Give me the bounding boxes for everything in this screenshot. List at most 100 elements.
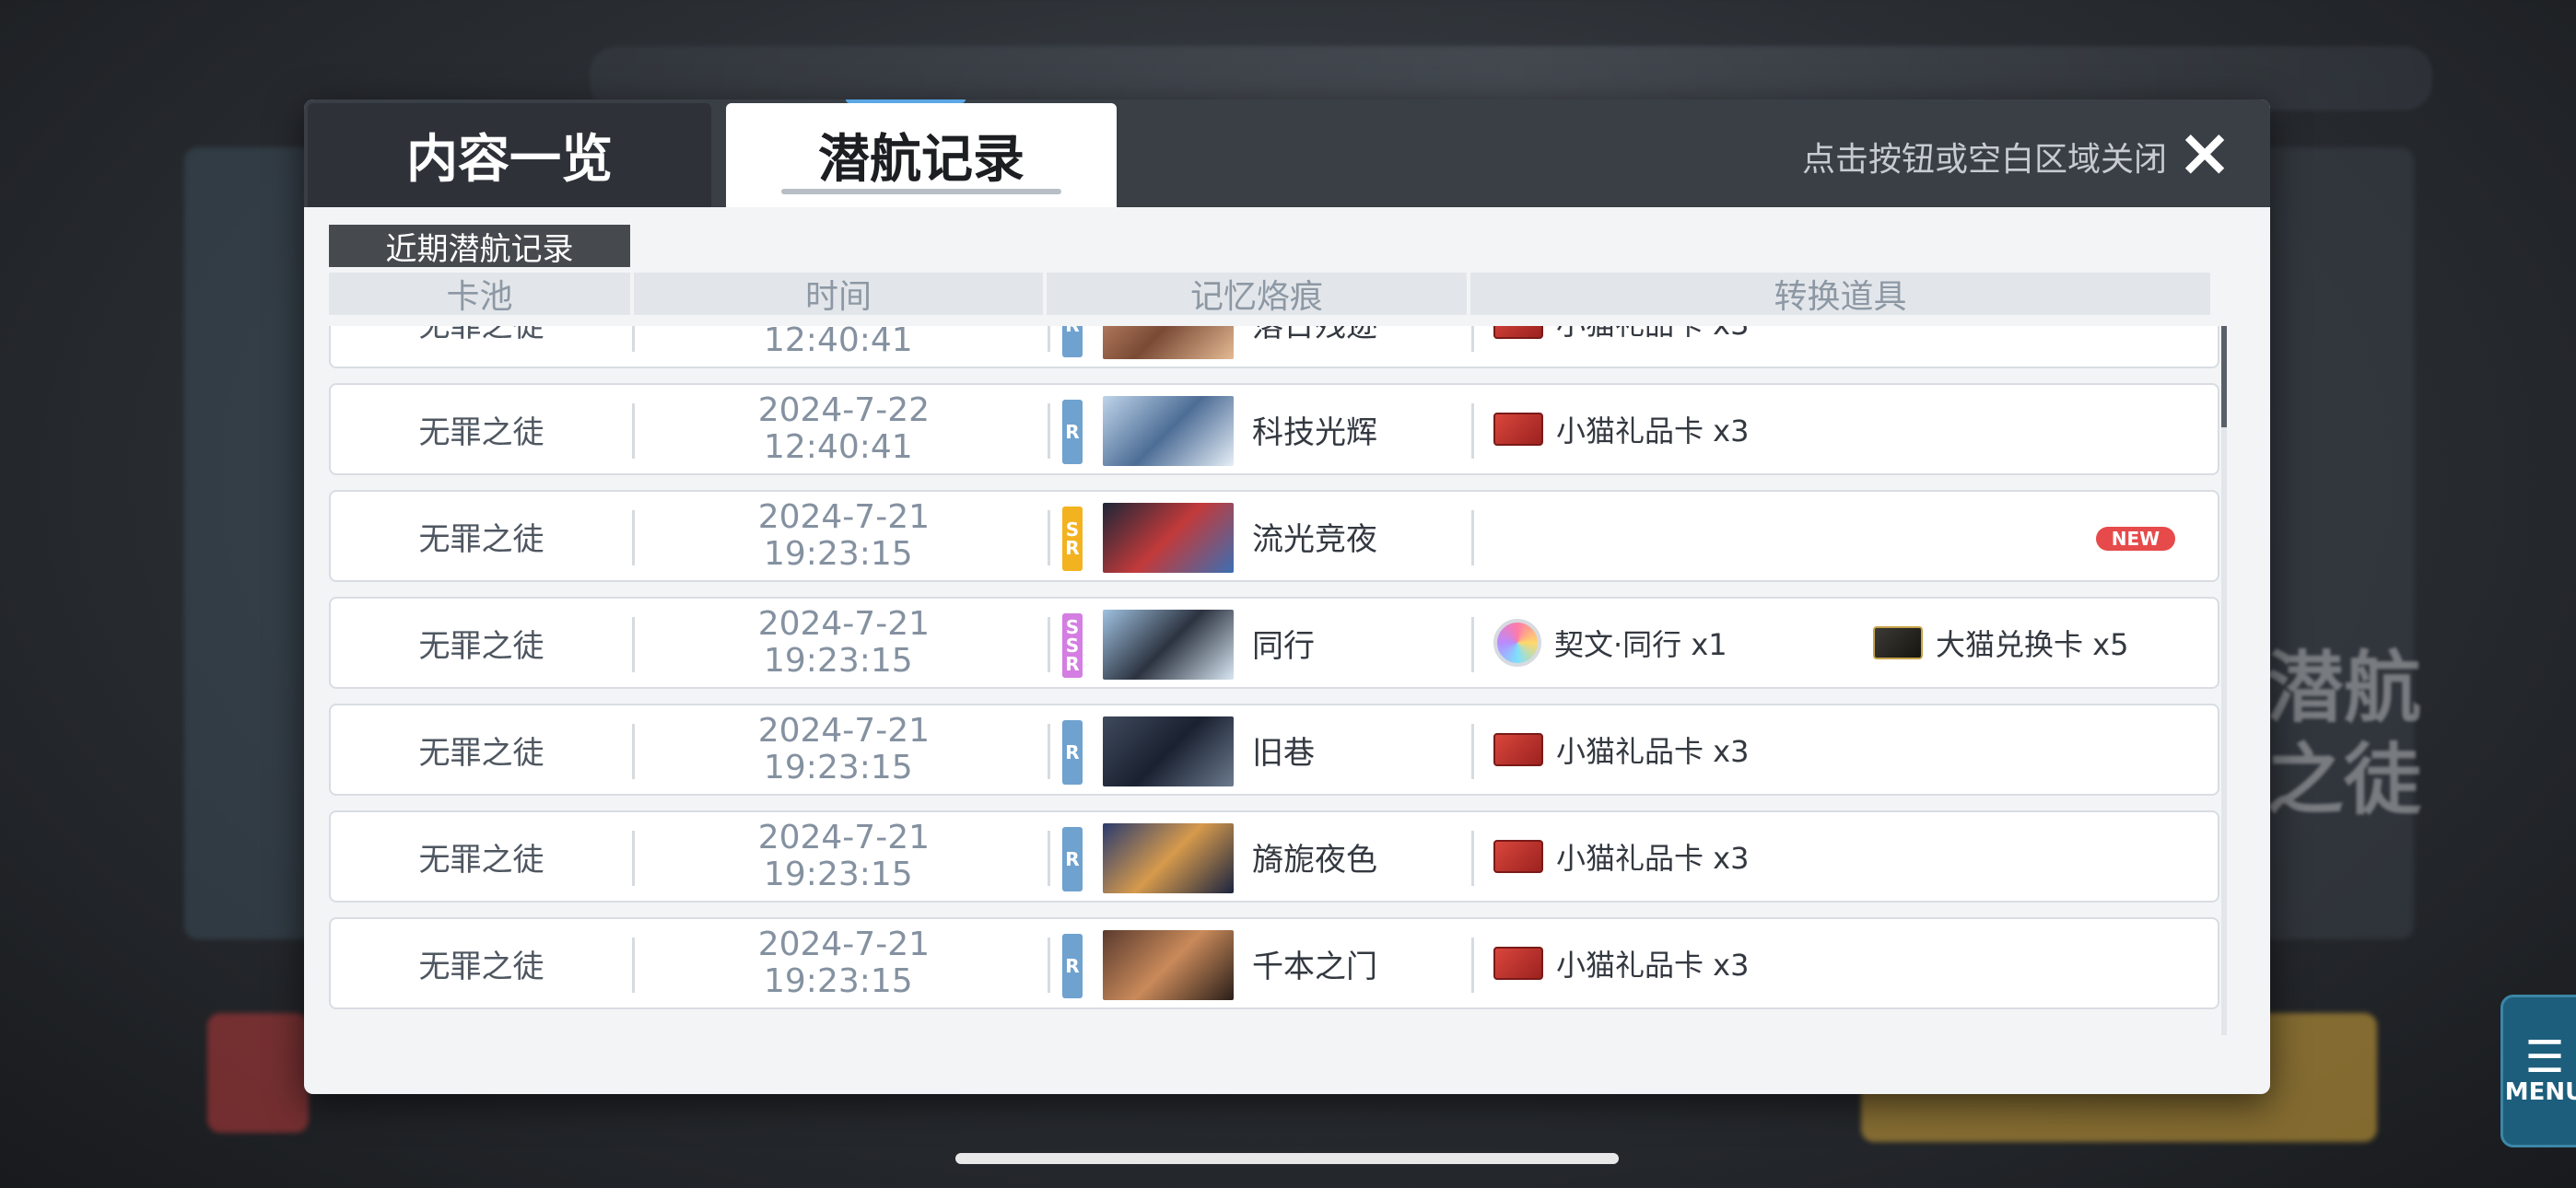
column-header-time: 时间 — [634, 273, 1043, 316]
close-hint: 点击按钮或空白区域关闭 — [1801, 141, 2167, 179]
pool-name: 无罪之徒 — [418, 841, 544, 879]
record-row: 无罪之徒 2024-7-21 19:23:15 R 千本之门 小猫礼品卡 x3 — [329, 917, 2219, 1009]
column-divider — [632, 510, 635, 565]
rarity-letter: R — [1065, 421, 1080, 443]
pool-name: 无罪之徒 — [331, 326, 632, 367]
rarity-letter: S — [1065, 518, 1080, 541]
record-row: 无罪之徒 2024-7-2212:40:41 R 落日残迹 小猫礼品卡 x3 — [329, 326, 2219, 368]
converted-item[interactable]: 小猫礼品卡 x3 — [1493, 326, 1749, 367]
scrollbar-thumb[interactable] — [2221, 326, 2227, 427]
record-row: 无罪之徒 2024-7-21 19:23:15 R 旧巷 小猫礼品卡 x3 — [329, 704, 2219, 796]
record-row: 无罪之徒 2024-7-21 19:23:15 R 旖旎夜色 小猫礼品卡 x3 — [329, 810, 2219, 903]
converted-item[interactable]: 小猫礼品卡 x3 — [1493, 919, 1749, 1007]
pool-name: 无罪之徒 — [418, 734, 544, 772]
record-date: 2024-7-22 — [757, 391, 930, 429]
column-divider — [1471, 831, 1474, 886]
column-divider — [1048, 831, 1050, 886]
item-label: 小猫礼品卡 x3 — [1556, 841, 1750, 876]
memory-name: 千本之门 — [1252, 948, 1377, 985]
pool-name: 无罪之徒 — [418, 948, 544, 985]
column-divider — [1048, 938, 1050, 993]
rarity-badge: R — [1062, 720, 1083, 785]
memory-thumbnail[interactable] — [1103, 716, 1234, 786]
record-row: 无罪之徒 2024-7-21 19:23:15 S S R 同行 契文·同行 x1 大猫兑换卡 … — [329, 597, 2219, 689]
memory-name: 科技光辉 — [1252, 413, 1377, 451]
tab-active-underline — [781, 189, 1061, 194]
item-label: 小猫礼品卡 x3 — [1556, 326, 1749, 344]
memory-name: 旧巷 — [1252, 734, 1315, 772]
item-label: 契文·同行 x1 — [1554, 627, 1727, 662]
rarity-badge: R — [1062, 400, 1083, 464]
record-time: 2024-7-21 19:23:15 — [653, 926, 957, 1000]
rarity-letter: R — [1065, 653, 1080, 675]
column-divider — [632, 831, 635, 886]
new-badge: NEW — [2096, 527, 2175, 551]
column-divider — [1048, 724, 1050, 779]
record-clock: 19:23:15 — [764, 749, 913, 786]
column-divider — [1471, 326, 1474, 352]
record-date: 2024-7-21 — [757, 605, 930, 643]
rarity-badge: R — [1062, 827, 1083, 891]
record-clock: 19:23:15 — [764, 856, 913, 893]
gift-card-icon — [1493, 413, 1543, 446]
rarity-letter: S — [1065, 616, 1080, 638]
tab-content-overview[interactable]: 内容一览 — [308, 103, 711, 207]
memory-thumbnail[interactable] — [1103, 610, 1234, 680]
rarity-letter: R — [1065, 741, 1080, 763]
rarity-badge: SSR — [1062, 613, 1083, 678]
pool-name: 无罪之徒 — [418, 520, 544, 558]
column-divider — [1471, 724, 1474, 779]
gift-card-icon — [1493, 840, 1543, 873]
converted-item[interactable]: 小猫礼品卡 x3 — [1493, 812, 1749, 901]
record-time: 2024-7-21 19:23:15 — [653, 820, 957, 893]
item-label: 小猫礼品卡 x3 — [1556, 413, 1750, 448]
record-date: 2024-7-21 — [757, 498, 930, 536]
column-divider — [632, 724, 635, 779]
memory-thumbnail[interactable] — [1103, 823, 1234, 893]
pool-name: 无罪之徒 — [418, 627, 544, 665]
converted-item[interactable]: 大猫兑换卡 x5 — [1873, 599, 2128, 687]
memory-name: 流光竞夜 — [1252, 520, 1377, 558]
memory-thumbnail[interactable] — [1103, 503, 1234, 573]
converted-item[interactable]: 小猫礼品卡 x3 — [1493, 385, 1749, 473]
column-header-items: 转换道具 — [1470, 273, 2210, 316]
converted-item[interactable]: 契文·同行 x1 — [1493, 599, 1727, 687]
background-title-2: 之徒 — [2266, 735, 2422, 825]
memory-name: 落日残迹 — [1252, 326, 1377, 367]
column-divider — [1471, 510, 1474, 565]
pool-name: 无罪之徒 — [418, 413, 544, 451]
memory-thumbnail[interactable] — [1103, 930, 1234, 1000]
column-divider — [1048, 403, 1050, 459]
modal-header: 内容一览 潜航记录 点击按钮或空白区域关闭 × — [304, 99, 2270, 207]
memory-name: 同行 — [1252, 627, 1315, 665]
record-time: 2024-7-2212:40:41 — [653, 326, 957, 359]
scrollbar[interactable] — [2221, 326, 2227, 1035]
close-button[interactable]: × — [2172, 119, 2237, 186]
contract-icon — [1493, 619, 1541, 667]
column-divider — [632, 403, 635, 459]
column-divider — [632, 938, 635, 993]
rarity-letter: R — [1065, 326, 1079, 334]
menu-button[interactable]: ☰ MENU — [2500, 995, 2576, 1147]
record-time: 2024-7-21 19:23:15 — [653, 606, 957, 680]
item-label: 大猫兑换卡 x5 — [1936, 627, 2129, 662]
tab-dive-records[interactable]: 潜航记录 — [726, 99, 1117, 207]
rarity-badge: R — [1062, 934, 1083, 998]
record-date: 2024-7-21 — [757, 819, 930, 856]
rarity-badge: R — [1062, 326, 1083, 357]
rarity-letter: S — [1065, 635, 1080, 657]
home-indicator[interactable] — [955, 1153, 1619, 1164]
converted-item[interactable]: 小猫礼品卡 x3 — [1493, 705, 1749, 794]
column-divider — [1048, 510, 1050, 565]
memory-thumbnail[interactable] — [1103, 396, 1234, 466]
record-list[interactable]: 无罪之徒2024-7-2212:40:41R落日残迹小猫礼品卡 x3无罪之徒20… — [329, 326, 2229, 1035]
gift-card-icon — [1493, 733, 1543, 766]
item-label: 小猫礼品卡 x3 — [1556, 948, 1750, 983]
rarity-letter: R — [1065, 955, 1080, 977]
record-date: 2024-7-21 — [757, 712, 930, 750]
memory-thumbnail[interactable] — [1103, 326, 1234, 359]
close-icon: × — [2176, 113, 2233, 191]
rarity-letter: R — [1065, 537, 1080, 559]
exchange-card-icon — [1873, 626, 1923, 659]
record-row: 无罪之徒 2024-7-22 12:40:41 R 科技光辉 小猫礼品卡 x3 — [329, 383, 2219, 475]
